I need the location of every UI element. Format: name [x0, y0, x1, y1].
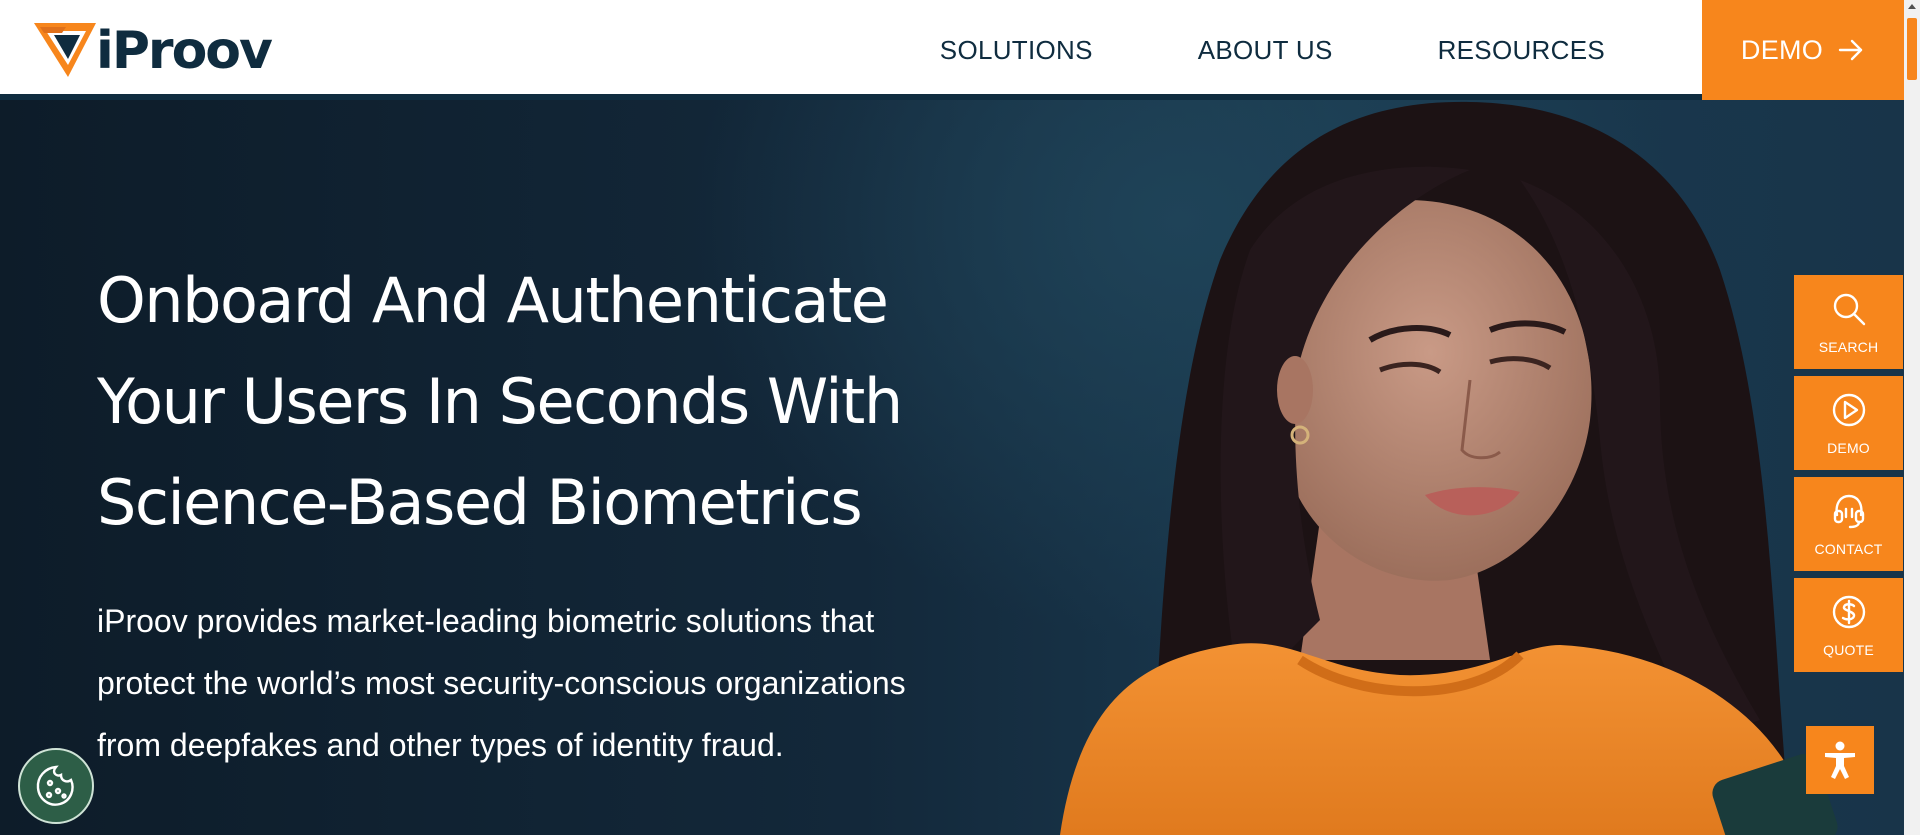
- demo-button[interactable]: DEMO: [1702, 0, 1904, 100]
- play-icon: [1832, 393, 1865, 427]
- demo-button-label: DEMO: [1740, 34, 1824, 65]
- hero-photo-woman: [1060, 101, 1838, 835]
- side-toolbar: SEARCH DEMO CONTACT QUOTE: [1794, 275, 1903, 679]
- side-quote-button[interactable]: QUOTE: [1794, 578, 1903, 672]
- side-demo-button[interactable]: DEMO: [1794, 376, 1903, 470]
- scroll-thumb[interactable]: [1907, 18, 1917, 80]
- hero-section: Onboard And Authenticate Your Users In S…: [0, 100, 1904, 835]
- main-nav: SOLUTIONS ABOUT US RESOURCES DEMO: [940, 0, 1904, 100]
- logo[interactable]: iProov: [32, 20, 273, 82]
- headset-icon: [1833, 494, 1864, 529]
- page-scrollbar[interactable]: [1904, 0, 1920, 835]
- nav-item-about-us[interactable]: ABOUT US: [1198, 35, 1333, 66]
- nav-item-solutions[interactable]: SOLUTIONS: [940, 35, 1093, 66]
- side-demo-label: DEMO: [1827, 440, 1870, 456]
- hero-description: iProov provides market-leading biometric…: [97, 603, 906, 763]
- logo-text: iProov: [96, 21, 273, 81]
- logo-mark-icon: [34, 23, 96, 77]
- side-search-label: SEARCH: [1818, 339, 1879, 355]
- nav-item-resources[interactable]: RESOURCES: [1438, 35, 1605, 66]
- dollar-icon: [1832, 595, 1865, 629]
- scroll-up-arrow-icon[interactable]: [1904, 0, 1920, 14]
- site-header: iProov SOLUTIONS ABOUT US RESOURCES DEMO: [0, 0, 1904, 100]
- side-contact-button[interactable]: CONTACT: [1794, 477, 1903, 571]
- side-contact-label: CONTACT: [1814, 541, 1883, 557]
- arrow-right-icon: [1838, 39, 1863, 61]
- accessibility-button[interactable]: [1806, 726, 1874, 794]
- cookie-settings-button[interactable]: [18, 748, 94, 824]
- side-search-button[interactable]: SEARCH: [1794, 275, 1903, 369]
- cookie-icon: [36, 765, 74, 806]
- search-icon: [1833, 293, 1865, 326]
- side-quote-label: QUOTE: [1823, 642, 1874, 658]
- accessibility-icon: [1825, 741, 1855, 779]
- hero-title: Onboard And Authenticate Your Users In S…: [97, 264, 903, 539]
